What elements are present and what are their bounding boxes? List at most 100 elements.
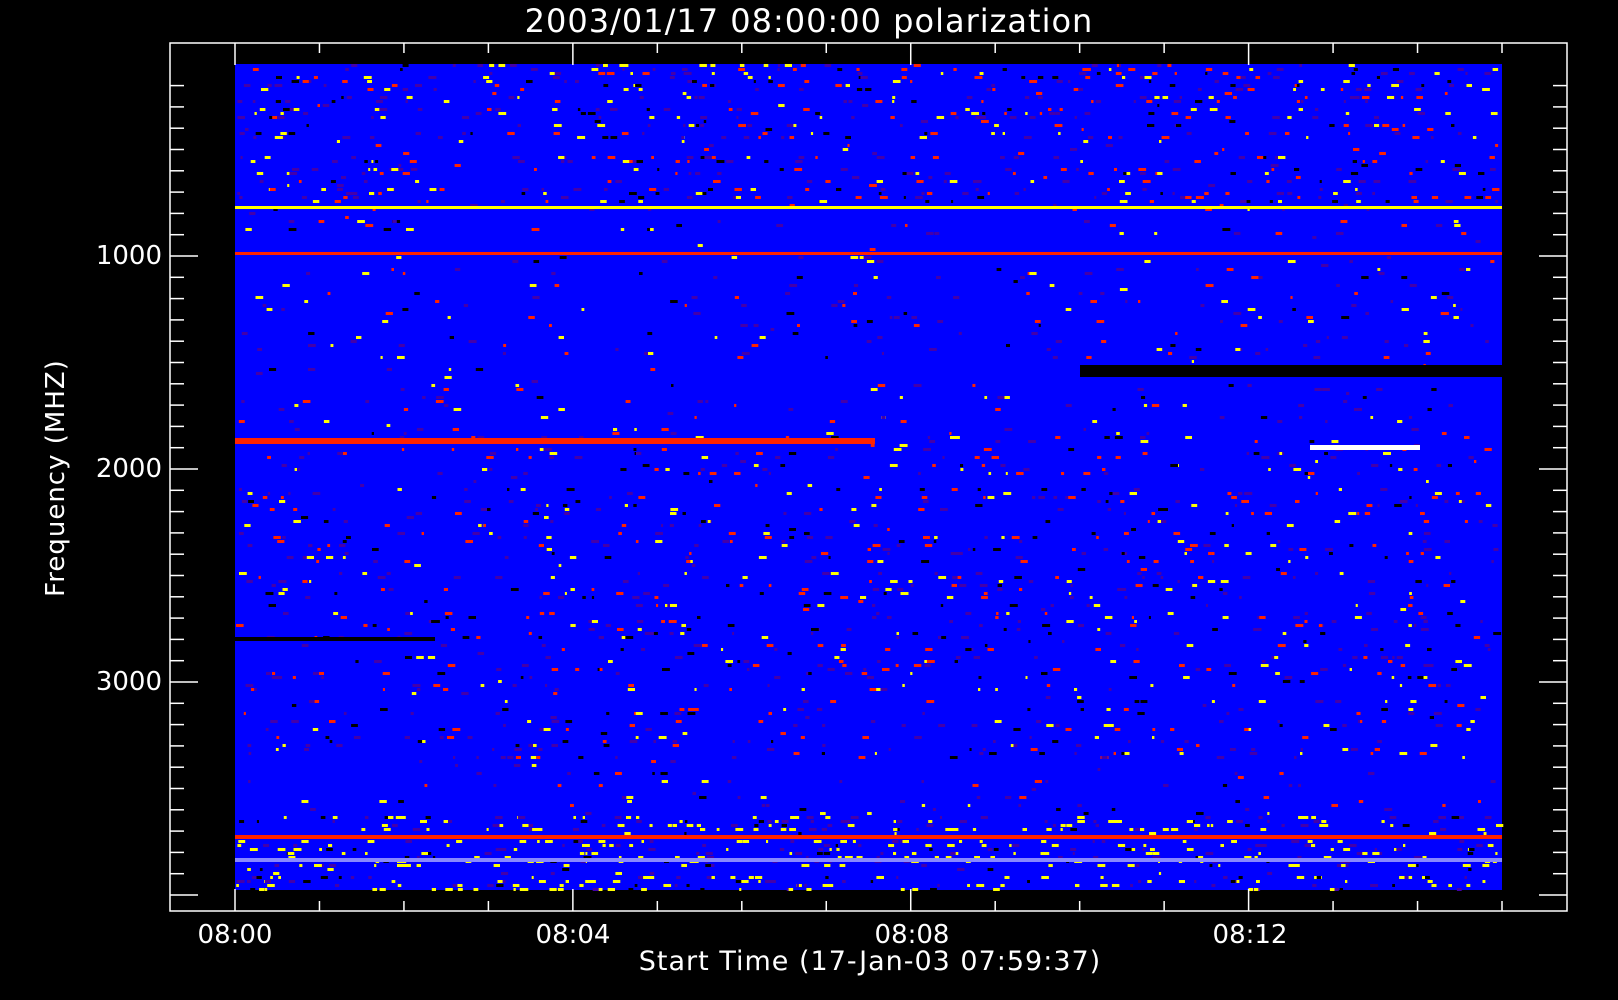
heatmap-cell	[1178, 880, 1185, 883]
heatmap-cell	[1065, 496, 1068, 499]
heatmap-cell	[638, 196, 645, 199]
heatmap-cell	[700, 888, 705, 891]
heatmap-cell	[362, 572, 368, 575]
heatmap-cell	[302, 580, 308, 583]
heatmap-cell	[1411, 428, 1419, 431]
heatmap-cell	[248, 500, 254, 503]
heatmap-cell	[1349, 260, 1353, 263]
heatmap-cell	[269, 188, 276, 191]
heatmap-cell	[321, 188, 326, 191]
heatmap-cell	[1419, 752, 1427, 755]
heatmap-cell	[1050, 604, 1054, 607]
heatmap-cell	[982, 748, 986, 751]
heatmap-cell	[654, 596, 659, 599]
heatmap-cell	[901, 76, 907, 79]
heatmap-cell	[480, 684, 485, 687]
heatmap-cell	[869, 688, 877, 691]
heatmap-cell	[402, 64, 409, 67]
heatmap-cell	[1161, 136, 1170, 139]
heatmap-cell	[1115, 72, 1122, 75]
heatmap-cell	[1142, 180, 1151, 183]
heatmap-cell	[1056, 808, 1061, 811]
heatmap-cell	[259, 180, 264, 183]
heatmap-cell	[371, 160, 374, 163]
heatmap-cell	[1134, 620, 1137, 623]
heatmap-cell	[1149, 200, 1154, 203]
heatmap-cell	[1282, 680, 1291, 683]
heatmap-cell	[314, 700, 320, 703]
heatmap-cell	[267, 492, 271, 495]
heatmap-cell	[636, 816, 640, 819]
heatmap-cell	[346, 96, 352, 99]
heatmap-cell	[793, 124, 797, 127]
heatmap-cell	[893, 828, 898, 831]
heatmap-cell	[503, 344, 507, 347]
heatmap-cell	[1357, 472, 1360, 475]
heatmap-cell	[1273, 76, 1280, 79]
heatmap-cell	[925, 648, 933, 651]
heatmap-cell	[591, 852, 599, 855]
heatmap-cell	[489, 468, 493, 471]
heatmap-cell	[934, 572, 938, 575]
heatmap-cell	[1322, 388, 1330, 391]
heatmap-cell	[913, 64, 921, 67]
heatmap-cell	[327, 544, 331, 547]
heatmap-cell	[1254, 888, 1259, 891]
heatmap-cell	[1147, 124, 1155, 127]
heatmap-cell	[429, 188, 437, 191]
heatmap-cell	[412, 828, 421, 831]
heatmap-cell	[1318, 196, 1322, 199]
heatmap-cell	[562, 504, 568, 507]
heatmap-cell	[566, 488, 575, 491]
heatmap-cell	[639, 96, 644, 99]
heatmap-cell	[847, 824, 855, 827]
heatmap-cell	[853, 524, 860, 527]
heatmap-cell	[1447, 80, 1452, 83]
heatmap-cell	[1041, 608, 1046, 611]
heatmap-cell	[786, 492, 792, 495]
heatmap-cell	[997, 396, 1005, 399]
heatmap-cell	[1121, 552, 1125, 555]
heatmap-cell	[1227, 492, 1232, 495]
heatmap-cell	[667, 824, 672, 827]
heatmap-cell	[866, 260, 875, 263]
heatmap-cell	[803, 608, 810, 611]
heatmap-cell	[896, 632, 899, 635]
heatmap-cell	[288, 880, 296, 883]
heatmap-cell	[1078, 624, 1084, 627]
heatmap-cell	[265, 592, 274, 595]
heatmap-cell	[845, 136, 851, 139]
heatmap-cell	[549, 612, 555, 615]
heatmap-cell	[699, 796, 707, 799]
heatmap-cell	[777, 84, 785, 87]
heatmap-cell	[945, 828, 954, 831]
heatmap-cell	[824, 64, 832, 67]
heatmap-cell	[500, 756, 506, 759]
heatmap-cell	[579, 884, 584, 887]
heatmap-cell	[1354, 408, 1362, 411]
heatmap-cell	[1055, 340, 1062, 343]
heatmap-cell	[1455, 660, 1462, 663]
heatmap-cell	[827, 456, 835, 459]
heatmap-cell	[1313, 820, 1320, 823]
heatmap-cell	[318, 220, 325, 223]
heatmap-cell	[239, 132, 245, 135]
heatmap-cell	[688, 172, 692, 175]
heatmap-cell	[553, 76, 560, 79]
heatmap-cell	[1202, 704, 1207, 707]
heatmap-cell	[1118, 136, 1123, 139]
heatmap-cell	[979, 752, 984, 755]
heatmap-cell	[839, 864, 846, 867]
heatmap-cell	[367, 88, 374, 91]
heatmap-cell	[1276, 192, 1284, 195]
heatmap-cell	[811, 628, 819, 631]
heatmap-cell	[1458, 172, 1466, 175]
heatmap-cell	[1319, 824, 1324, 827]
heatmap-cell	[861, 672, 868, 675]
heatmap-cell	[1453, 220, 1459, 223]
heatmap-cell	[696, 824, 701, 827]
heatmap-cell	[1258, 844, 1267, 847]
heatmap-cell	[1427, 128, 1434, 131]
heatmap-cell	[382, 672, 390, 675]
heatmap-cell	[410, 712, 414, 715]
